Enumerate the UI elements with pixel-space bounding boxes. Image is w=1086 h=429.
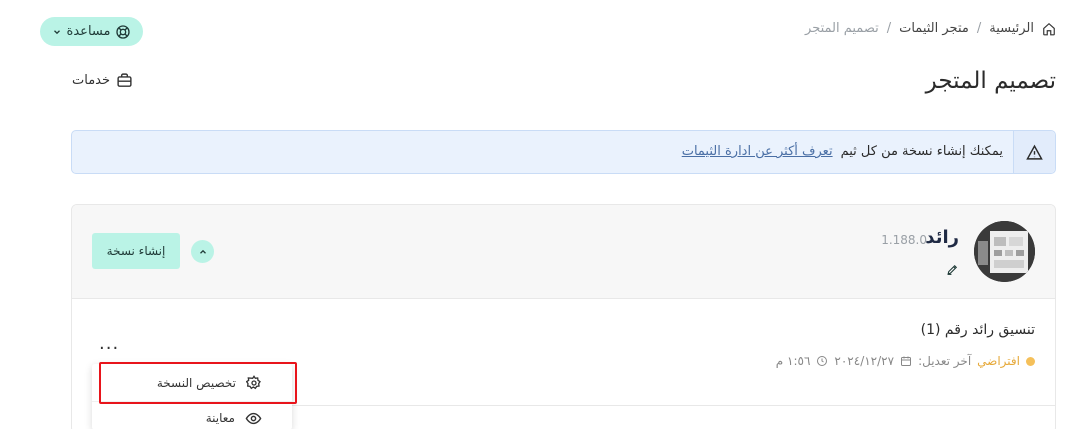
breadcrumb-store[interactable]: متجر الثيمات <box>899 21 969 36</box>
breadcrumb-home[interactable]: الرئيسية <box>989 21 1034 36</box>
status-badge: افتراضي <box>977 354 1020 368</box>
theme-card-header: رائد 1.188.0 إنشاء نسخة <box>72 205 1055 299</box>
gear-icon <box>246 374 262 391</box>
version-actions-menu: تخصيص النسخة معاينة <box>92 364 292 429</box>
more-options-button[interactable]: ... <box>99 333 119 354</box>
chevron-down-icon <box>52 27 62 37</box>
breadcrumb-separator: / <box>886 21 892 36</box>
services-label: خدمات <box>72 73 111 88</box>
create-copy-button[interactable]: إنشاء نسخة <box>92 233 180 269</box>
version-meta: افتراضي آخر تعديل: ٢٠٢٤/١٢/٢٧ ١:٥٦ م <box>776 354 1035 368</box>
menu-item-label: تخصيص النسخة <box>156 375 236 390</box>
eye-icon <box>245 410 262 427</box>
info-alert: يمكنك إنشاء نسخة من كل ثيم تعرف أكثر عن … <box>71 130 1056 174</box>
calendar-icon <box>900 355 912 367</box>
theme-name: رائد <box>925 227 959 248</box>
modified-time: ١:٥٦ م <box>775 354 811 368</box>
help-label: مساعدة <box>66 24 111 39</box>
alert-icon-box <box>1013 131 1055 173</box>
last-modified-label: آخر تعديل: <box>918 354 972 368</box>
collapse-button[interactable] <box>191 240 214 263</box>
status-dot <box>1026 356 1035 366</box>
briefcase-icon <box>116 72 133 89</box>
clock-icon <box>816 355 828 367</box>
breadcrumb-separator: / <box>976 21 982 36</box>
menu-item-preview[interactable]: معاينة <box>92 401 292 429</box>
edit-icon[interactable] <box>946 263 959 276</box>
modified-date: ٢٠٢٤/١٢/٢٧ <box>834 354 895 368</box>
help-button[interactable]: مساعدة <box>40 17 143 46</box>
theme-version: 1.188.0 <box>881 233 927 247</box>
alert-message: يمكنك إنشاء نسخة من كل ثيم <box>840 144 1003 159</box>
menu-item-customize[interactable]: تخصيص النسخة <box>92 366 292 399</box>
version-title: تنسيق رائد رقم (1) <box>920 322 1035 338</box>
lifebuoy-icon <box>115 24 131 40</box>
menu-item-label: معاينة <box>205 411 235 425</box>
services-button[interactable]: خدمات <box>72 72 133 89</box>
page-title: تصميم المتجر <box>925 68 1056 94</box>
home-icon[interactable] <box>1042 22 1056 36</box>
theme-thumbnail <box>974 221 1035 282</box>
chevron-up-icon <box>198 247 208 257</box>
breadcrumb-current: تصميم المتجر <box>805 21 879 36</box>
breadcrumb: الرئيسية / متجر الثيمات / تصميم المتجر <box>805 21 1056 36</box>
divider <box>292 405 1056 406</box>
warning-icon <box>1026 144 1043 161</box>
learn-more-link[interactable]: تعرف أكثر عن ادارة الثيمات <box>682 144 833 159</box>
